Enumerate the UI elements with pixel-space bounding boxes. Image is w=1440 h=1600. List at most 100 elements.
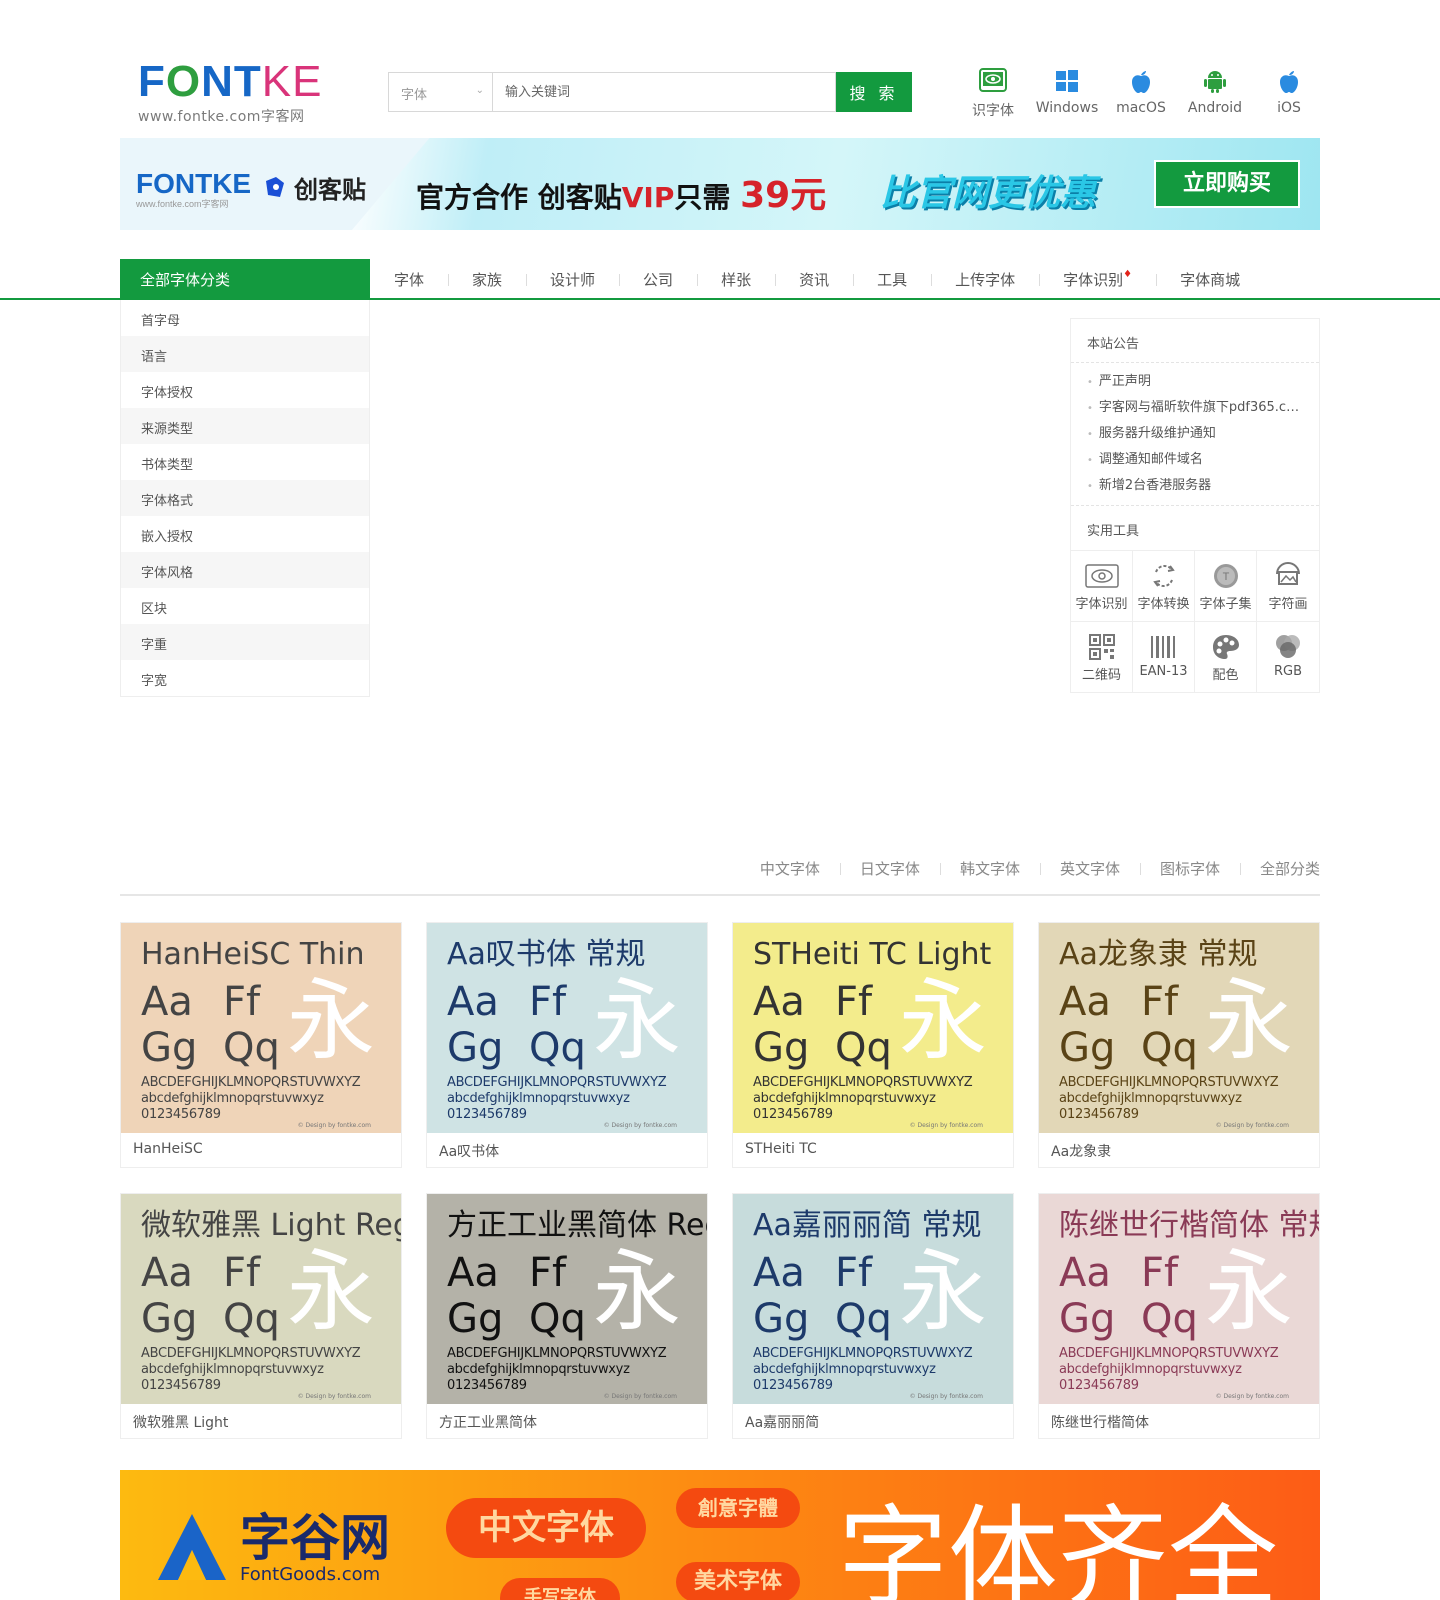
nav-item-identify[interactable]: 字体识别♦ [1039, 269, 1156, 290]
platform-android[interactable]: Android [1178, 66, 1252, 120]
platform-ios[interactable]: iOS [1252, 66, 1326, 120]
nav-item-family[interactable]: 家族 [448, 269, 526, 290]
banner-slogan-text: 官方合作 创客贴 [416, 181, 622, 214]
notice-item[interactable]: • 新增2台香港服务器 [1087, 473, 1303, 499]
all-categories-button[interactable]: 全部字体分类 [120, 259, 370, 299]
site-logo[interactable]: FONTKE www.fontke.com字客网 [138, 60, 328, 126]
platform-windows[interactable]: Windows [1030, 66, 1104, 120]
tab-chinese-fonts[interactable]: 中文字体 [740, 858, 840, 879]
font-preview-aa: Aa Gg [1059, 979, 1116, 1071]
tool-label: 字符画 [1268, 597, 1308, 612]
font-preview-aa: Aa Gg [753, 979, 810, 1071]
tool-ean13[interactable]: EAN-13 [1133, 621, 1195, 692]
tool-char-art[interactable]: 字符画 [1257, 550, 1319, 621]
tool-font-subset[interactable]: T 字体子集 [1195, 550, 1257, 621]
banner-price: 39元 [740, 175, 827, 216]
font-card[interactable]: Aa叹书体 常规 Aa Gg Ff Qq 永 ABCDEFGHIJKLMNOPQRSTUVW… [426, 922, 708, 1168]
notice-item[interactable]: •字客网与福昕软件旗下pdf365.com达成合作 [1087, 395, 1303, 421]
font-card[interactable]: 方正工业黑简体 Regular AaGg FfQq永ABCDEFGHIJKLMNOP… [426, 1193, 708, 1439]
tool-rgb[interactable]: RGB [1257, 621, 1319, 692]
svg-text:T: T [1222, 571, 1229, 583]
font-preview-ff: Ff Qq [835, 979, 892, 1071]
fire-icon: ♦ [1123, 268, 1133, 280]
tab-all-categories[interactable]: 全部分类 [1239, 858, 1320, 879]
category-item[interactable]: 字体授权 [121, 372, 369, 408]
search-button[interactable]: 搜 索 [836, 72, 912, 112]
notice-item[interactable]: • 服务器升级维护通知 [1087, 421, 1303, 447]
banner-slogan-vip: VIP [621, 181, 675, 214]
tool-color-scheme[interactable]: 配色 [1195, 621, 1257, 692]
notice-item[interactable]: • 调整通知邮件域名 [1087, 447, 1303, 473]
tab-english-fonts[interactable]: 英文字体 [1039, 858, 1140, 879]
platform-label: 识字体 [972, 103, 1014, 119]
category-item[interactable]: 语言 [121, 336, 369, 372]
tab-icon-fonts[interactable]: 图标字体 [1139, 858, 1240, 879]
fontgoods-banner[interactable]: 字谷网 FontGoods.com 中文字体 創意字體 美术字体 手写字体 字体… [120, 1470, 1320, 1600]
apple-icon [1252, 66, 1326, 96]
buy-now-button[interactable]: 立即购买 [1154, 160, 1300, 208]
nav-item-news[interactable]: 资讯 [775, 269, 853, 290]
category-item[interactable]: 书体类型 [121, 444, 369, 480]
search-category-select[interactable]: 字体 ⌄ [388, 72, 492, 112]
convert-icon [1133, 559, 1194, 593]
platform-font-identify[interactable]: 识字体 [956, 66, 1030, 120]
font-card[interactable]: 微软雅黑 Light Regular AaGg FfQq永ABCDEFGHIJKLM… [120, 1193, 402, 1439]
category-item[interactable]: 字宽 [121, 660, 369, 696]
font-card[interactable]: Aa龙象隶 常规 Aa Gg Ff Qq 永 ABCDEFGHIJKLMNOPQRSTUVW… [1038, 922, 1320, 1168]
font-card-caption: 方正工业黑简体 [427, 1404, 707, 1438]
font-preview-ff: Ff Qq [1141, 1250, 1198, 1342]
promo-banner[interactable]: FONTKE www.fontke.com字客网 创客贴 官方合作 创客贴VIP只… [120, 138, 1320, 230]
font-preview-alphabet: ABCDEFGHIJKLMNOPQRSTUVWXYZ abcdefghijklmn… [1059, 1346, 1279, 1393]
font-preview-glyph: 永 [1205, 1240, 1294, 1343]
image-icon [1257, 559, 1319, 593]
font-card[interactable]: Aa嘉丽丽简 常规 Aa Gg Ff Qq 永 ABCDEFGHIJKLMNOPQRSTUV… [732, 1193, 1014, 1439]
font-preview-ff: Ff Qq [1141, 979, 1198, 1071]
nav-item-sample[interactable]: 样张 [697, 269, 775, 290]
font-preview-copyright: © Design by fontke.com [297, 1393, 371, 1400]
category-item[interactable]: 来源类型 [121, 408, 369, 444]
nav-item-store[interactable]: 字体商城 [1156, 269, 1264, 290]
category-item[interactable]: 字体风格 [121, 552, 369, 588]
font-preview-title: Aa叹书体 常规 [447, 937, 646, 972]
nav-item-tools[interactable]: 工具 [853, 269, 931, 290]
pill-handwriting-fonts: 手写字体 [500, 1578, 620, 1600]
search-bar: 字体 ⌄ 搜 索 [388, 72, 912, 112]
font-preview-glyph: 永 [899, 969, 988, 1072]
font-preview-alphabet: ABCDEFGHIJKLMNOPQRSTUVWXYZ abcdefghijklmn… [447, 1346, 667, 1393]
pill-creative-fonts: 創意字體 [676, 1488, 800, 1528]
font-preview-alphabet: ABCDEFGHIJKLMNOPQRSTUVWXYZ abcdefghijklmn… [753, 1075, 973, 1122]
font-preview-image: HanHeiSC Thin Aa Gg Ff Qq 永 ABCDEFGHIJKLMNOPQR… [121, 923, 401, 1133]
platform-macos[interactable]: macOS [1104, 66, 1178, 120]
notice-item[interactable]: • 严正声明 [1087, 369, 1303, 395]
font-preview-ff: Ff Qq [835, 1250, 892, 1342]
category-item[interactable]: 嵌入授权 [121, 516, 369, 552]
tool-qrcode[interactable]: 二维码 [1071, 621, 1133, 692]
font-card[interactable]: 陈继世行楷简体 常规 Aa Gg Ff Qq 永 ABCDEFGHIJKLMNOPQRSTU… [1038, 1193, 1320, 1439]
font-card[interactable]: STHeiti TC Light Aa Gg Ff Qq 永 ABCDEFGHIJKLMNO… [732, 922, 1014, 1168]
banner-cheaper-text: 比官网更优惠 [880, 173, 1097, 214]
category-item[interactable]: 字体格式 [121, 480, 369, 516]
category-item[interactable]: 首字母 [121, 300, 369, 336]
font-preview-glyph: 永 [1205, 969, 1294, 1072]
search-input[interactable] [492, 72, 836, 112]
category-item[interactable]: 字重 [121, 624, 369, 660]
nav-item-designer[interactable]: 设计师 [526, 269, 619, 290]
windows-icon [1030, 66, 1104, 96]
tab-japanese-fonts[interactable]: 日文字体 [839, 858, 940, 879]
nav-item-upload[interactable]: 上传字体 [931, 269, 1039, 290]
eye-icon [956, 66, 1030, 96]
font-preview-title: 方正工业黑简体 Regular [447, 1208, 707, 1243]
font-preview-title: Aa嘉丽丽简 常规 [753, 1208, 982, 1243]
font-card-caption: 陈继世行楷简体 [1039, 1404, 1319, 1438]
tab-korean-fonts[interactable]: 韩文字体 [939, 858, 1040, 879]
font-card[interactable]: HanHeiSC Thin Aa Gg Ff Qq 永 ABCDEFGHIJKLMNOPQR… [120, 922, 402, 1168]
font-type-tabs: 中文字体 日文字体 韩文字体 英文字体 图标字体 全部分类 [740, 858, 1320, 879]
notice-list: •严正声明 •字客网与福昕软件旗下pdf365.com达成合作 •服务器升级维护… [1071, 363, 1319, 506]
nav-item-company[interactable]: 公司 [619, 269, 697, 290]
nav-item-fonts[interactable]: 字体 [370, 269, 448, 290]
font-preview-image: STHeiti TC Light Aa Gg Ff Qq 永 ABCDEFGHIJKLMNO… [733, 923, 1013, 1133]
tool-font-convert[interactable]: 字体转换 [1133, 550, 1195, 621]
category-item[interactable]: 区块 [121, 588, 369, 624]
tool-font-identify[interactable]: 字体识别 [1071, 550, 1133, 621]
qrcode-icon [1071, 630, 1132, 664]
